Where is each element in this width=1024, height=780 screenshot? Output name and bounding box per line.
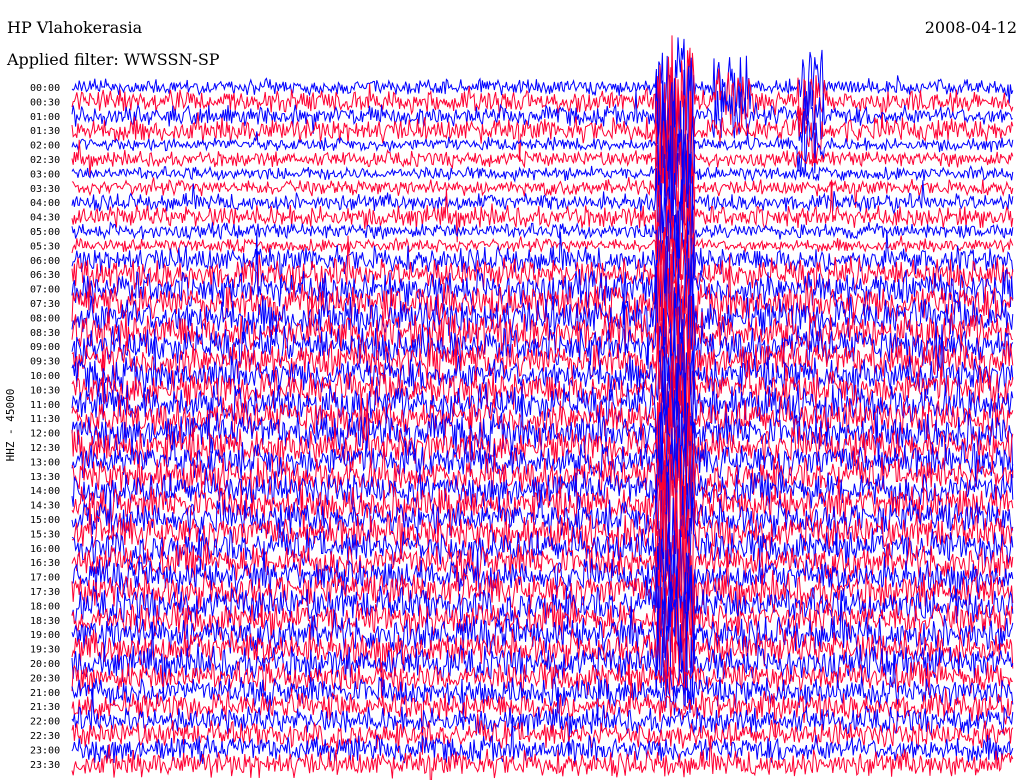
row-label: 01:30: [30, 126, 60, 137]
row-label: 10:30: [30, 385, 60, 396]
row-label: 03:30: [30, 184, 60, 195]
row-label: 19:00: [30, 630, 60, 641]
row-label: 22:30: [30, 731, 60, 742]
row-label: 18:30: [30, 616, 60, 627]
row-label: 21:30: [30, 702, 60, 713]
row-label: 09:30: [30, 357, 60, 368]
row-label: 06:30: [30, 270, 60, 281]
row-label: 13:00: [30, 457, 60, 468]
trace-row: [71, 735, 1014, 780]
row-label: 00:30: [30, 97, 60, 108]
row-label: 11:30: [30, 414, 60, 425]
row-label: 22:00: [30, 717, 60, 728]
row-label: 15:30: [30, 529, 60, 540]
trace-row: [71, 35, 1014, 170]
row-label: 03:00: [30, 169, 60, 180]
row-label: 11:00: [30, 400, 60, 411]
row-label: 21:00: [30, 688, 60, 699]
row-label: 06:00: [30, 256, 60, 267]
helicorder-plot: 00:00 00:30 01:00 01:30 02:00 02:30 03:00 03:30…: [30, 35, 1014, 780]
row-label: 12:00: [30, 429, 60, 440]
row-label: 16:30: [30, 558, 60, 569]
row-label: 05:00: [30, 227, 60, 238]
row-label: 08:00: [30, 313, 60, 324]
row-label: 12:30: [30, 443, 60, 454]
row-label: 17:00: [30, 573, 60, 584]
row-label: 23:30: [30, 760, 60, 771]
row-label: 16:00: [30, 544, 60, 555]
row-label: 05:30: [30, 241, 60, 252]
row-label: 13:30: [30, 472, 60, 483]
row-label: 18:00: [30, 601, 60, 612]
row-label: 07:30: [30, 299, 60, 310]
row-label: 23:00: [30, 745, 60, 756]
row-label: 20:00: [30, 659, 60, 670]
row-label: 17:30: [30, 587, 60, 598]
row-label: 19:30: [30, 645, 60, 656]
row-label: 09:00: [30, 342, 60, 353]
row-label: 10:00: [30, 371, 60, 382]
row-label: 07:00: [30, 285, 60, 296]
row-label: 01:00: [30, 112, 60, 123]
row-label: 00:00: [30, 83, 60, 94]
trace-row: [71, 57, 1014, 186]
row-label: 02:00: [30, 141, 60, 152]
row-label: 04:00: [30, 198, 60, 209]
row-label: 02:30: [30, 155, 60, 166]
row-label: 15:00: [30, 515, 60, 526]
row-label: 04:30: [30, 213, 60, 224]
row-label: 20:30: [30, 673, 60, 684]
row-label: 08:30: [30, 328, 60, 339]
seismogram-viewer: HP Vlahokerasia Applied filter: WWSSN-SP…: [0, 0, 1024, 780]
row-label: 14:00: [30, 486, 60, 497]
row-label: 14:30: [30, 501, 60, 512]
